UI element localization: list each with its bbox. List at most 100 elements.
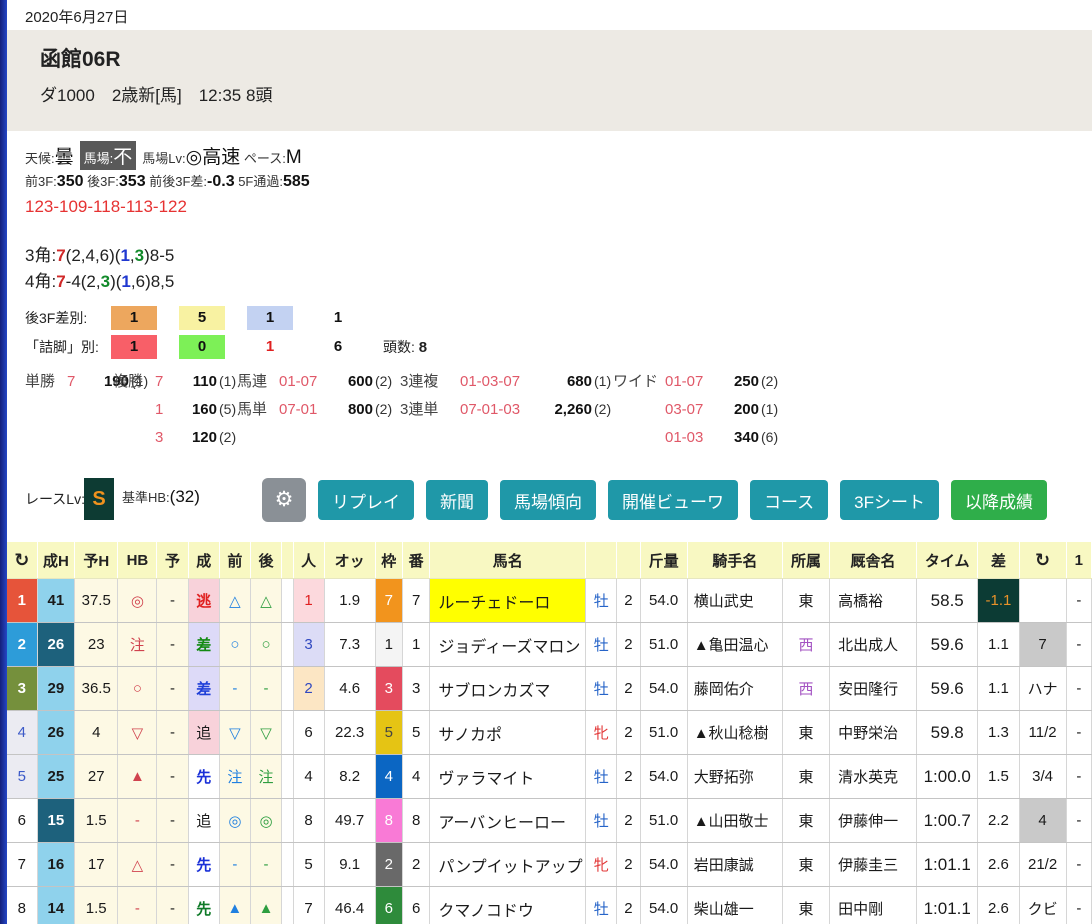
cell-odds: 4.6 — [324, 666, 376, 711]
payout-amount: 680 — [566, 373, 592, 390]
cell-name[interactable]: クマノコドウ — [429, 886, 587, 924]
text-segment: 3 — [134, 246, 145, 265]
cell-seiH: 26 — [37, 622, 76, 667]
distribution-label: 後3F差別: — [25, 310, 88, 326]
cell-mae: ○ — [219, 622, 251, 667]
column-header-sei: 成 — [188, 542, 220, 579]
cell-sex: 牡 — [585, 886, 618, 924]
cell-margin — [1019, 578, 1067, 623]
text-segment: 4角: — [25, 272, 57, 291]
cell-gap — [281, 842, 294, 887]
cell-sex: 牡 — [585, 622, 618, 667]
cell-jockey: 大野拓弥 — [687, 754, 783, 799]
payout-combination: 3 — [155, 429, 164, 446]
payout-popularity: (2) — [375, 373, 393, 389]
cell-name[interactable]: サブロンカズマ — [429, 666, 587, 711]
cell-gap — [281, 710, 294, 755]
payout-amount: 2,260 — [554, 401, 592, 418]
column-header-yo: 予 — [156, 542, 189, 579]
distribution-cell: 6 — [333, 338, 343, 355]
cell-ban: 2 — [402, 842, 431, 887]
refresh-icon[interactable]: ↻ — [14, 550, 29, 570]
payout-amount: 600 — [347, 373, 373, 390]
3f-sheet-button[interactable]: 3Fシート — [840, 480, 939, 520]
course-button[interactable]: コース — [750, 480, 829, 520]
distribution-slot: 1 — [111, 335, 179, 359]
cell-odds: 49.7 — [324, 798, 376, 843]
cell-yo: - — [156, 710, 189, 755]
cell-sa: 1.5 — [977, 754, 1020, 799]
pace-stats-line: 前3F:350 後3F:353 前後3F差:-0.3 5F通過:585 — [25, 171, 310, 191]
column-header-gap — [281, 542, 294, 579]
payout-row: 3連単 07-01-03 2,260 (2) — [400, 398, 622, 426]
race-title: 函館06R — [40, 48, 121, 71]
cell-mae: ▲ — [219, 886, 251, 924]
distribution-cell: 1 — [247, 306, 293, 330]
text-segment: 馬場Lv: — [142, 151, 186, 166]
text-segment: 曇 — [54, 147, 74, 168]
cell-odds: 1.9 — [324, 578, 376, 623]
cell-extra: - — [1066, 798, 1092, 843]
cell-yo: - — [156, 842, 189, 887]
track-trend-button[interactable]: 馬場傾向 — [500, 480, 596, 520]
cell-waku: 5 — [375, 710, 403, 755]
meeting-viewer-button[interactable]: 開催ビューワ — [608, 480, 738, 520]
table-row: 6 15 1.5- - 追 ◎ ◎ 8 49.7 8 8 アーバンヒーロー牡 2 51.0 ▲山田敬士東伊藤… — [7, 798, 1092, 843]
payout-amount: 250 — [733, 373, 759, 390]
cell-time: 59.6 — [916, 622, 979, 667]
cell-name[interactable]: ジョディーズマロン — [429, 622, 587, 667]
cell-name[interactable]: サノカポ — [429, 710, 587, 755]
cell-sex: 牡 — [585, 666, 618, 711]
table-row: 5 25 27 ▲ - 先注注 4 8.2 4 4 ヴァラマイト牡 2 54.0 大野拓弥東清水英克 1:0… — [7, 754, 1092, 799]
refresh-icon[interactable]: ↻ — [1035, 550, 1050, 570]
cell-wt: 54.0 — [640, 886, 688, 924]
payout-amount: 160 — [191, 401, 217, 418]
cell-name[interactable]: ルーチェドーロ — [429, 578, 587, 623]
cell-wt: 54.0 — [640, 754, 688, 799]
cell-nin: 6 — [293, 710, 325, 755]
cell-place: 7 — [7, 842, 38, 887]
distribution-cell: 5 — [179, 306, 225, 330]
cell-yoH: 27 — [74, 754, 119, 799]
column-header-ban: 番 — [402, 542, 431, 579]
cell-sei: 先 — [188, 842, 220, 887]
cell-sex: 牡 — [585, 798, 618, 843]
settings-button[interactable]: ⚙ — [262, 478, 306, 522]
cell-time: 1:01.1 — [916, 842, 979, 887]
text-segment: 350 — [56, 173, 84, 190]
payout-amount: 110 — [192, 373, 217, 390]
text-segment: 1 — [121, 272, 131, 291]
cell-mae: - — [219, 666, 251, 711]
cell-yoH: 1.5 — [74, 886, 119, 924]
cell-name[interactable]: パンプイットアップ — [429, 842, 587, 887]
replay-button[interactable]: リプレイ — [318, 480, 414, 520]
newspaper-button[interactable]: 新聞 — [426, 480, 488, 520]
cell-stable: 伊藤圭三 — [829, 842, 918, 887]
cell-age: 2 — [616, 842, 641, 887]
cell-ban: 6 — [402, 886, 431, 924]
cell-wt: 54.0 — [640, 578, 688, 623]
cell-waku: 6 — [375, 886, 403, 924]
cell-name[interactable]: ヴァラマイト — [429, 754, 587, 799]
cell-aff: 東 — [782, 798, 831, 843]
payout-row: ワイド 01-07 250 (2) — [613, 370, 789, 398]
table-row: 4 26 4 ▽ - 追 ▽ ▽ 6 22.3 5 5 サノカポ牝 2 51.0 ▲秋山稔樹東中野栄治 59.8… — [7, 710, 1092, 755]
text-segment: 後3F: — [83, 174, 119, 189]
cell-place: 2 — [7, 622, 38, 667]
cell-place: 4 — [7, 710, 38, 755]
later-results-button[interactable]: 以降成績 — [951, 480, 1047, 520]
cell-mae: ▽ — [219, 710, 251, 755]
cell-yo: - — [156, 666, 189, 711]
payout-popularity: (2) — [375, 401, 393, 417]
cell-sei: 先 — [188, 886, 220, 924]
race-level-badge: S — [84, 478, 114, 520]
text-segment: 7 — [56, 246, 66, 265]
cell-name[interactable]: アーバンヒーロー — [429, 798, 587, 843]
column-header-odds: オッ — [324, 542, 376, 579]
payout-type-label: 単勝 — [25, 373, 56, 390]
cell-margin: 11/2 — [1019, 710, 1067, 755]
table-row: 3 29 36.5 ○ - 差 - -2 4.6 3 3 サブロンカズマ牡 2 54.0 藤岡佑介西安田隆行… — [7, 666, 1092, 711]
column-header-sex — [585, 542, 618, 579]
cell-stable: 田中剛 — [829, 886, 918, 924]
cell-wt: 54.0 — [640, 842, 688, 887]
